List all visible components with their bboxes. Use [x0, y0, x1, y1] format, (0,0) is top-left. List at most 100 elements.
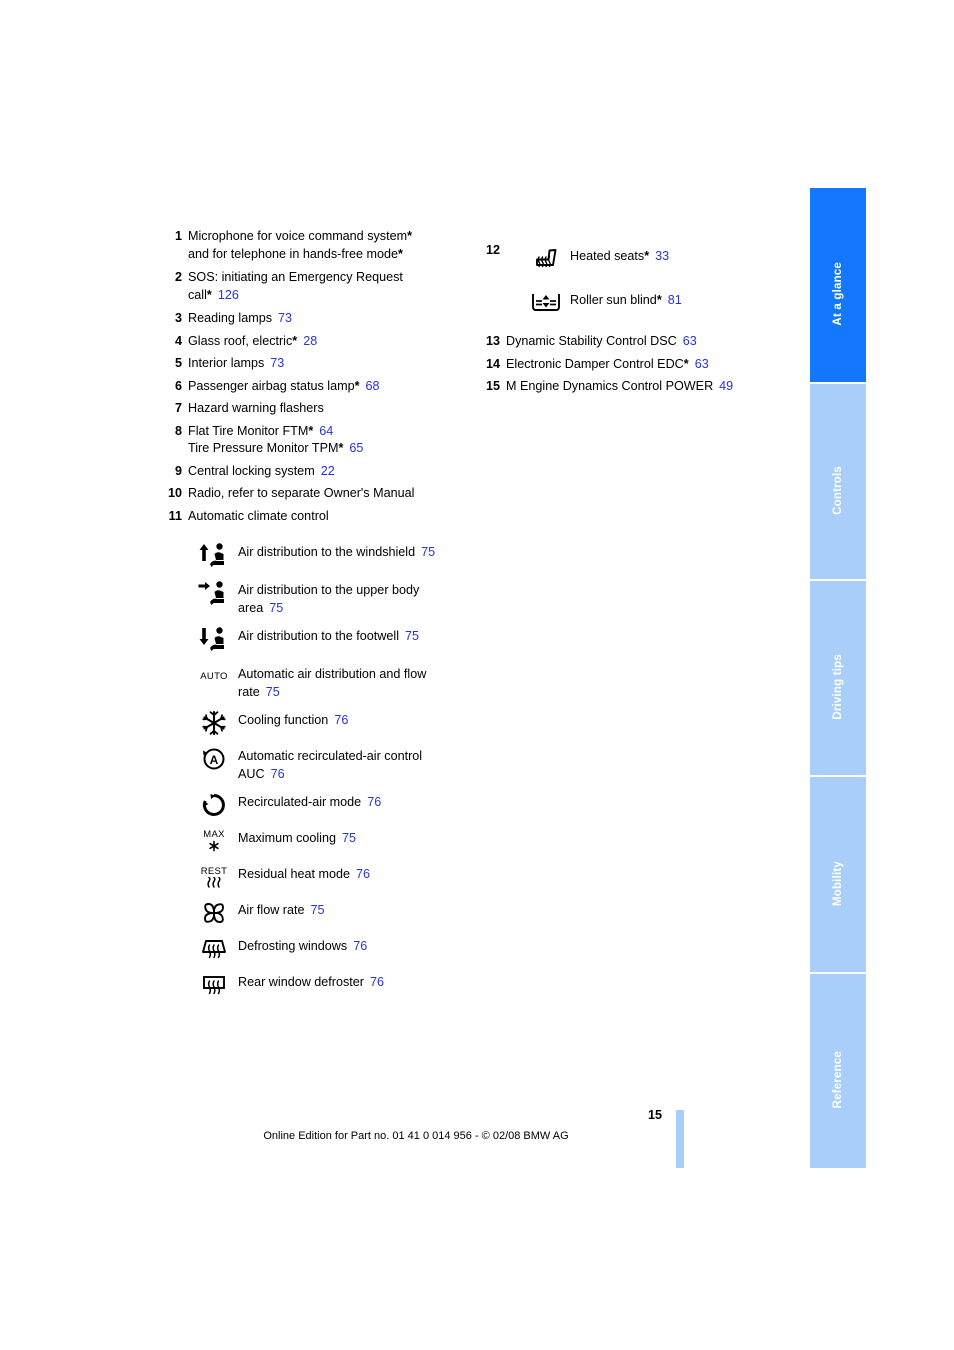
item-number: 14 [485, 356, 500, 371]
option-asterisk: * [338, 441, 344, 455]
group-icon-legend: Heated seats* 33 Roller sun blind* 81 [522, 245, 784, 323]
page-reference[interactable]: 76 [334, 713, 348, 727]
page-reference[interactable]: 75 [421, 545, 435, 559]
auto-climate-icon: AUTO [190, 663, 238, 691]
legend-text: Roller sun blind [570, 293, 657, 307]
page-reference[interactable]: 76 [367, 795, 381, 809]
tab-at-a-glance[interactable]: At a glance [810, 188, 866, 385]
option-asterisk: * [656, 293, 662, 307]
option-asterisk: * [407, 229, 412, 243]
legend-text: Heated seats [570, 249, 645, 263]
tab-reference[interactable]: Reference [810, 973, 866, 1169]
item-label: Interior lamps [188, 356, 265, 370]
page-reference[interactable]: 76 [370, 975, 384, 989]
list-item: 2 SOS: initiating an Emergency Request ca… [166, 269, 466, 304]
legend-text: Automatic recirculated-air control AUC [238, 749, 423, 781]
legend-label: Residual heat mode 76 [238, 863, 466, 884]
legend-row: REST Residual heat mode 76 [190, 863, 466, 891]
legend-row: Recirculated-air mode 76 [190, 791, 466, 819]
legend-row: Rear window defroster 76 [190, 971, 466, 999]
tab-label: Reference [832, 1051, 844, 1109]
page-reference[interactable]: 68 [366, 379, 380, 393]
item-number: 8 [174, 423, 182, 438]
page-reference[interactable]: 28 [303, 334, 317, 348]
page-reference[interactable]: 63 [683, 334, 697, 348]
legend-row: Air distribution to the upper body area 7… [190, 579, 466, 617]
list-item: 9 Central locking system 22 [166, 463, 466, 481]
page-reference[interactable]: 76 [353, 939, 367, 953]
legend-label: Automatic air distribution and flow rate… [238, 663, 466, 701]
item-number: 6 [174, 378, 182, 393]
list-item: 11 Automatic climate control [166, 508, 466, 526]
tab-driving-tips[interactable]: Driving tips [810, 580, 866, 778]
legend-row: Roller sun blind* 81 [522, 289, 784, 317]
roller-sun-blind-icon [522, 289, 570, 317]
legend-label: Air flow rate 75 [238, 899, 466, 920]
page-reference[interactable]: 75 [405, 629, 419, 643]
legend-text: Air distribution to the windshield [238, 545, 416, 559]
auc-recirculation-icon: A [190, 745, 238, 773]
fan-air-flow-icon [190, 899, 238, 927]
page-reference[interactable]: 73 [270, 356, 284, 370]
option-asterisk: * [206, 287, 212, 302]
climate-icon-legend: Air distribution to the windshield 75 Air… [190, 541, 466, 999]
legend-text: Defrosting windows [238, 939, 348, 953]
item-label-line2: call [188, 287, 207, 302]
page-reference[interactable]: 33 [655, 249, 669, 263]
item-text: Glass roof, electric* 28 [188, 333, 466, 351]
max-cooling-icon: MAX [190, 827, 238, 855]
rest-label: REST [200, 865, 228, 877]
legend-label: Air distribution to the footwell 75 [238, 625, 466, 646]
tab-label: Controls [832, 466, 844, 516]
item-number: 12 [485, 243, 500, 257]
item-label: Hazard warning flashers [188, 401, 324, 415]
page-reference[interactable]: 126 [218, 288, 239, 302]
legend-label: Air distribution to the windshield 75 [238, 541, 466, 562]
option-asterisk: * [354, 378, 360, 393]
list-item: 15 M Engine Dynamics Control POWER 49 [484, 378, 784, 396]
item-text: Interior lamps 73 [188, 355, 466, 373]
tab-label: Mobility [832, 860, 844, 906]
small-snowflake-icon [209, 840, 219, 852]
legend-label: Air distribution to the upper body area 7… [238, 579, 466, 617]
legend-row: A Automatic recirculated-air control AUC… [190, 745, 466, 783]
page-reference[interactable]: 75 [311, 903, 325, 917]
left-column: 1 Microphone for voice command system* an… [166, 228, 466, 1007]
item-number: 4 [174, 333, 182, 348]
page-reference[interactable]: 64 [319, 424, 333, 438]
legend-text: Air distribution to the footwell [238, 629, 400, 643]
item-number: 11 [168, 508, 182, 523]
rear-window-defroster-icon [190, 971, 238, 999]
tab-label: At a glance [832, 262, 844, 326]
item-text: Flat Tire Monitor FTM* 64 Tire Pressure Mo… [188, 423, 466, 458]
page-reference[interactable]: 76 [356, 867, 370, 881]
page-reference[interactable]: 76 [271, 767, 285, 781]
page-reference[interactable]: 49 [719, 379, 733, 393]
legend-text: Rear window defroster [238, 975, 364, 989]
page-reference[interactable]: 81 [668, 293, 682, 307]
item-number: 15 [485, 379, 500, 393]
item-label: M Engine Dynamics Control POWER [506, 379, 714, 393]
item-text: SOS: initiating an Emergency Request call… [188, 269, 466, 304]
item-label: Reading lamps [188, 311, 273, 325]
page-reference[interactable]: 75 [266, 685, 280, 699]
tab-controls[interactable]: Controls [810, 384, 866, 581]
item-number: 9 [174, 463, 182, 478]
page-reference[interactable]: 22 [321, 464, 335, 478]
list-item: 8 Flat Tire Monitor FTM* 64 Tire Pressure … [166, 423, 466, 458]
recirculated-air-icon [190, 791, 238, 819]
item-text: Automatic climate control [188, 508, 466, 526]
page-reference[interactable]: 65 [349, 441, 363, 455]
page-reference[interactable]: 75 [342, 831, 356, 845]
legend-row: Air flow rate 75 [190, 899, 466, 927]
page-reference[interactable]: 63 [695, 357, 709, 371]
item-number: 1 [174, 229, 182, 243]
page-reference[interactable]: 75 [269, 601, 283, 615]
page-reference[interactable]: 73 [278, 311, 292, 325]
tab-mobility[interactable]: Mobility [810, 777, 866, 974]
item-label: Central locking system [188, 463, 315, 478]
heat-waves-icon [207, 876, 221, 888]
rest-residual-heat-icon: REST [190, 863, 238, 891]
footer-credit-line: Online Edition for Part no. 01 41 0 014 … [263, 1130, 569, 1142]
item-text: Electronic Damper Control EDC* 63 [506, 356, 784, 374]
